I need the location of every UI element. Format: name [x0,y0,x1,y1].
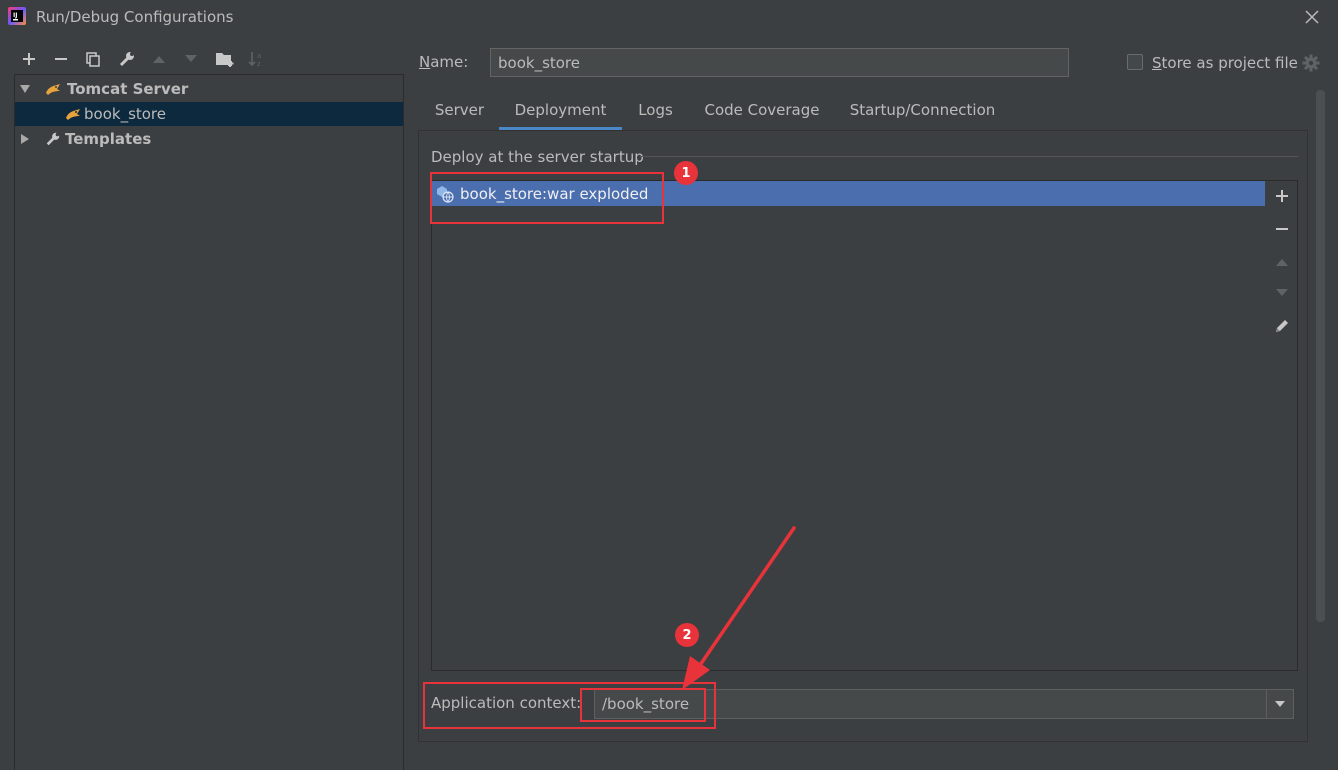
gear-icon[interactable] [1302,54,1320,72]
annotation-box-1 [430,172,664,224]
add-icon[interactable] [1270,184,1294,208]
sort-az-icon[interactable]: az [244,46,270,72]
expanded-arrow-icon[interactable] [19,83,31,95]
name-field[interactable] [490,48,1069,77]
tomcat-icon [46,84,60,95]
svg-text:a: a [257,52,261,60]
tab-server[interactable]: Server [420,92,499,130]
tree-item-book-store[interactable]: book_store [15,102,403,126]
move-down-icon[interactable] [1270,281,1294,305]
vertical-scrollbar[interactable] [1316,90,1325,622]
section-divider [640,156,1298,157]
tree-templates-label: Templates [65,130,152,148]
tab-startup-connection[interactable]: Startup/Connection [835,92,1010,130]
deploy-list[interactable] [431,180,1267,671]
tree-group-label: Tomcat Server [67,80,189,98]
close-icon[interactable] [1302,7,1322,27]
edit-pencil-icon[interactable] [1270,314,1294,338]
section-title: Deploy at the server startup [431,148,644,166]
title-bar: IJ Run/Debug Configurations [0,0,1338,36]
tree-group-tomcat[interactable]: Tomcat Server [15,77,403,101]
annotation-badge-1: 1 [674,161,698,185]
copy-icon[interactable] [80,46,106,72]
move-up-icon[interactable] [1270,250,1294,274]
annotation-arrow [682,526,796,690]
chevron-down-icon[interactable] [1274,700,1286,708]
tab-code-coverage[interactable]: Code Coverage [689,92,835,130]
svg-text:z: z [257,60,261,68]
app-context-dropdown[interactable] [1266,689,1294,719]
config-tree: Tomcat Server book_store Templates [14,74,404,770]
remove-icon[interactable] [48,46,74,72]
intellij-app-icon: IJ [8,7,26,25]
name-label: Name: [419,53,469,71]
move-down-icon[interactable] [178,46,204,72]
move-up-icon[interactable] [146,46,172,72]
collapsed-arrow-icon[interactable] [19,133,31,145]
svg-text:IJ: IJ [13,12,17,19]
wrench-icon[interactable] [114,46,140,72]
store-as-project-label[interactable]: Store as project file [1152,54,1298,72]
remove-icon[interactable] [1270,217,1294,241]
tree-item-label: book_store [84,105,167,123]
tab-logs[interactable]: Logs [622,92,689,130]
wrench-icon [46,132,60,146]
add-icon[interactable] [16,46,42,72]
window-title: Run/Debug Configurations [36,8,234,26]
tree-group-templates[interactable]: Templates [15,127,403,151]
store-as-project-checkbox[interactable] [1127,54,1143,70]
tomcat-icon [66,109,80,120]
folder-add-icon[interactable] [212,46,238,72]
tab-deployment[interactable]: Deployment [499,92,622,130]
